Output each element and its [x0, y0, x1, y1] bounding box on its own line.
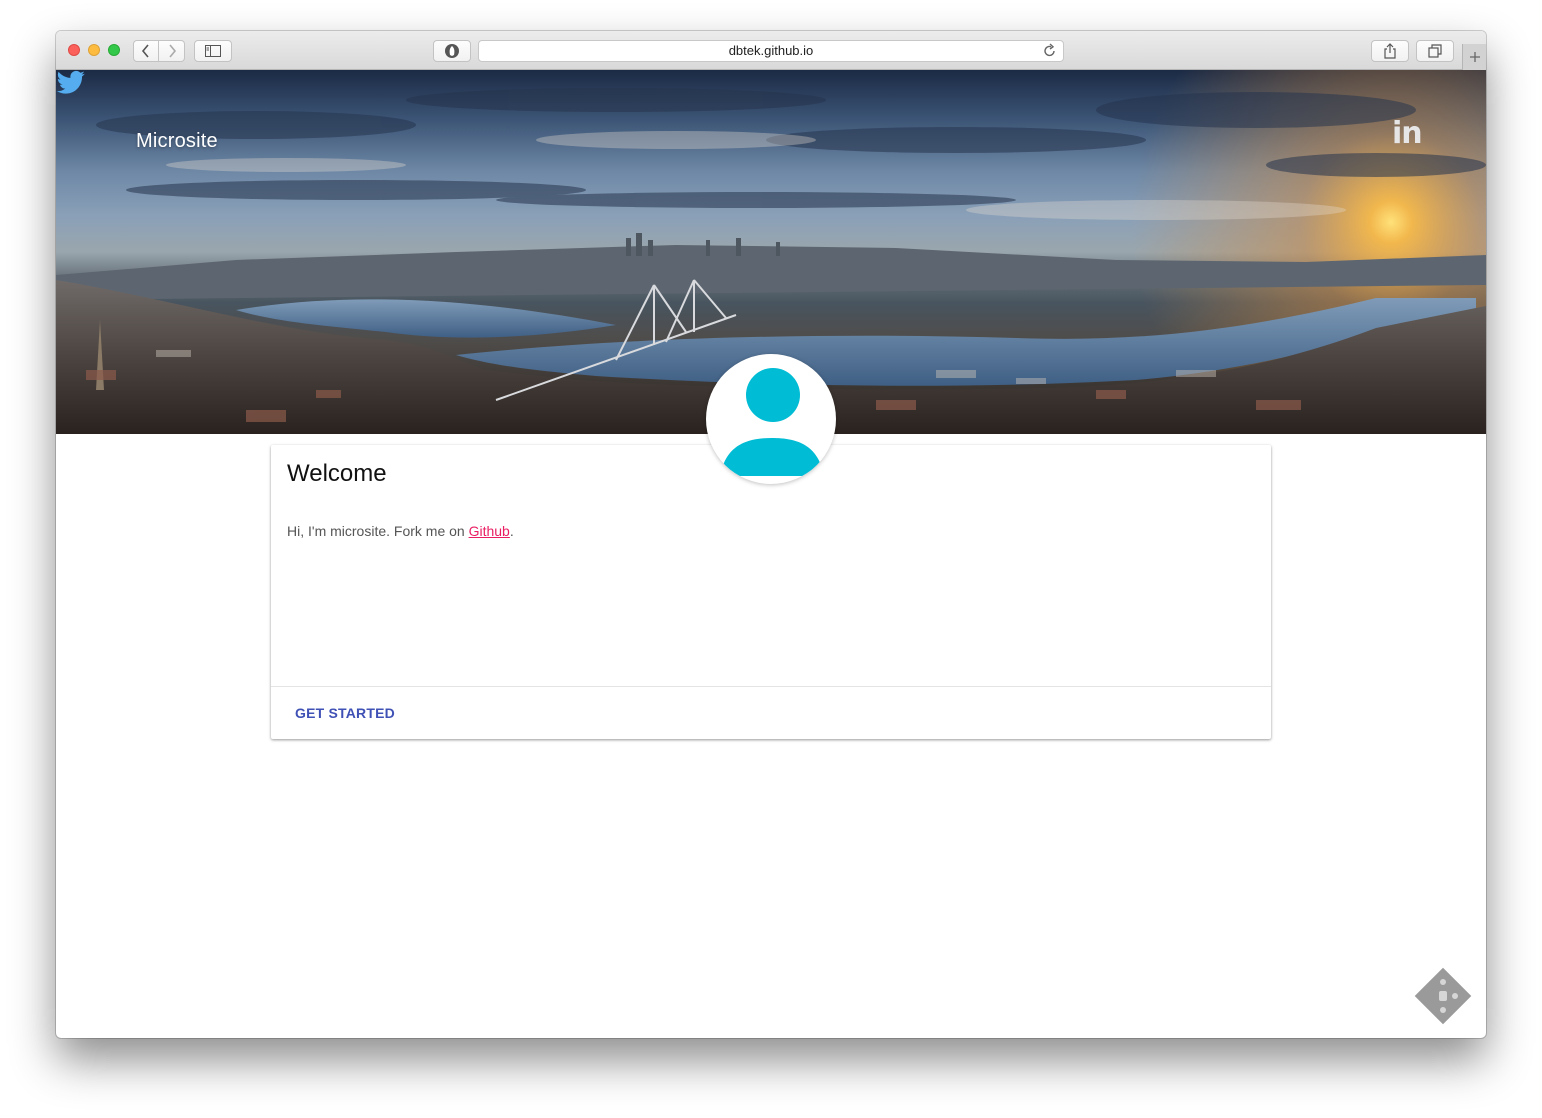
card-text-intro: Hi, I'm microsite. Fork me on	[287, 523, 469, 539]
tabs-overview-icon	[1428, 44, 1442, 58]
shield-icon	[445, 44, 459, 58]
navigation-buttons	[133, 40, 185, 62]
tools-badge-icon[interactable]	[1414, 967, 1472, 1025]
plus-icon	[1469, 52, 1480, 62]
maximize-window-button[interactable]	[108, 44, 120, 56]
address-bar[interactable]: dbtek.github.io	[478, 40, 1064, 62]
share-button[interactable]	[1371, 40, 1409, 62]
github-link[interactable]: Github	[469, 523, 510, 539]
twitter-icon[interactable]	[56, 70, 86, 96]
card-title: Welcome	[287, 460, 387, 487]
new-tab-button[interactable]	[1462, 44, 1486, 70]
chevron-right-icon	[168, 44, 176, 58]
card-text: Hi, I'm microsite. Fork me on Github.	[287, 523, 514, 539]
site-brand[interactable]: Microsite	[136, 130, 218, 153]
share-icon	[1384, 43, 1396, 59]
card-actions: GET STARTED	[271, 686, 1271, 739]
avatar	[706, 354, 836, 484]
tabs-overview-button[interactable]	[1416, 40, 1454, 62]
minimize-window-button[interactable]	[88, 44, 100, 56]
browser-toolbar: dbtek.github.io	[56, 31, 1486, 70]
browser-window: dbtek.github.io Microsite in Welcome Hi,…	[56, 31, 1486, 1038]
chevron-left-icon	[141, 44, 149, 58]
back-button[interactable]	[133, 40, 159, 62]
sidebar-button[interactable]	[194, 40, 232, 62]
close-window-button[interactable]	[68, 44, 80, 56]
sidebar-icon	[205, 45, 221, 57]
forward-button[interactable]	[159, 40, 185, 62]
user-avatar-icon	[720, 368, 824, 476]
linkedin-icon[interactable]: in	[1392, 116, 1423, 151]
url-text: dbtek.github.io	[728, 43, 814, 58]
card-text-end: .	[509, 523, 514, 539]
get-started-button[interactable]: GET STARTED	[295, 705, 395, 721]
reload-icon[interactable]	[1043, 43, 1057, 59]
privacy-button[interactable]	[433, 40, 471, 62]
welcome-card: Welcome Hi, I'm microsite. Fork me on Gi…	[271, 445, 1271, 739]
